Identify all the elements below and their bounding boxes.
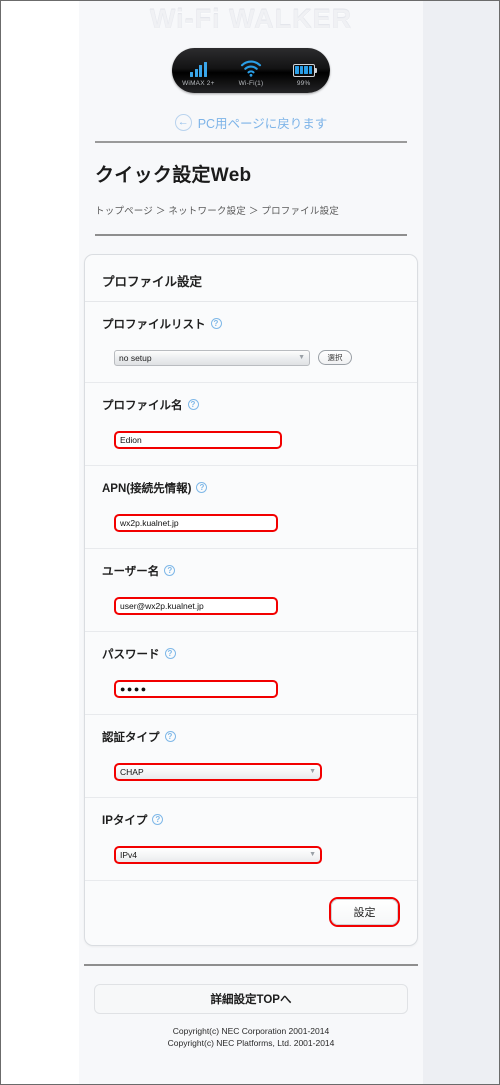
wifi-icon	[240, 55, 262, 77]
submit-row: 設定	[85, 881, 417, 945]
submit-button[interactable]: 設定	[331, 898, 398, 925]
status-cell-wifi: Wi-Fi(1)	[225, 48, 278, 93]
label-password: パスワード ?	[102, 646, 400, 662]
copyright-line-1: Copyright(c) NEC Corporation 2001-2014	[172, 1025, 330, 1036]
right-margin-band	[423, 1, 499, 1084]
help-circle-icon[interactable]: ?	[152, 814, 164, 825]
profile-list-select[interactable]: no setup ▼	[114, 349, 310, 366]
chevron-down-icon: ▼	[309, 768, 316, 775]
help-circle-icon[interactable]: ?	[164, 565, 176, 576]
footer-rule	[84, 963, 418, 966]
field-password: パスワード ? ●●●●	[85, 632, 417, 715]
device-status-bar: WiMAX 2+ Wi-Fi(1) 99%	[172, 48, 330, 93]
label-username: ユーザー名 ?	[102, 563, 400, 579]
label-ip-type-text: IPタイプ	[102, 814, 148, 827]
field-username: ユーザー名 ? user@wx2p.kualnet.jp	[85, 549, 417, 632]
page-frame: Wi-Fi WALKER WiMAX 2+ Wi-Fi(1) 99% ← PC用…	[0, 0, 500, 1085]
chevron-down-icon: ▼	[309, 851, 316, 858]
control-username: user@wx2p.kualnet.jp	[102, 596, 400, 615]
battery-icon	[292, 55, 318, 77]
status-label-battery: 99%	[296, 79, 311, 87]
ip-type-select[interactable]: IPv4 ▼	[114, 845, 322, 864]
profile-list-value: no setup	[119, 352, 152, 363]
select-button[interactable]: 選択	[318, 350, 352, 365]
help-circle-icon[interactable]: ?	[164, 731, 176, 742]
control-profile-list: no setup ▼ 選択	[102, 349, 400, 366]
signal-bars-icon	[190, 55, 207, 77]
copyright-block: Copyright(c) NEC Corporation 2001-2014 C…	[79, 1025, 423, 1050]
control-apn: wx2p.kualnet.jp	[102, 513, 400, 532]
breadcrumb: トップページ ＞ ネットワーク設定 ＞ プロファイル設定	[95, 206, 339, 217]
password-input[interactable]: ●●●●	[114, 679, 278, 698]
control-auth-type: CHAP ▼	[102, 762, 400, 781]
field-profile-name: プロファイル名 ? Edion	[85, 383, 417, 466]
help-circle-icon[interactable]: ?	[210, 318, 222, 329]
label-profile-name: プロファイル名 ?	[102, 397, 400, 413]
copyright-line-2: Copyright(c) NEC Platforms, Ltd. 2001-20…	[167, 1037, 335, 1048]
status-label-wifi: Wi-Fi(1)	[238, 79, 264, 87]
brand-wordmark: Wi-Fi WALKER	[149, 4, 353, 35]
profile-name-input[interactable]: Edion	[114, 430, 282, 449]
label-username-text: ユーザー名	[102, 565, 160, 578]
label-apn: APN(接続先情報) ?	[102, 480, 400, 496]
username-input[interactable]: user@wx2p.kualnet.jp	[114, 596, 278, 615]
arrow-left-circle-icon: ←	[174, 114, 192, 131]
field-profile-list: プロファイルリスト ? no setup ▼ 選択	[85, 302, 417, 383]
auth-type-value: CHAP	[120, 766, 144, 777]
label-apn-text: APN(接続先情報)	[102, 482, 192, 495]
label-ip-type: IPタイプ ?	[102, 812, 400, 828]
status-cell-signal: WiMAX 2+	[172, 48, 225, 93]
label-auth-type-text: 認証タイプ	[102, 731, 160, 744]
help-circle-icon[interactable]: ?	[187, 399, 199, 410]
field-auth-type: 認証タイプ ? CHAP ▼	[85, 715, 417, 798]
control-profile-name: Edion	[102, 430, 400, 449]
control-password: ●●●●	[102, 679, 400, 698]
apn-input[interactable]: wx2p.kualnet.jp	[114, 513, 278, 532]
status-cell-battery: 99%	[277, 48, 330, 93]
card-heading: プロファイル設定	[85, 255, 417, 302]
auth-type-select[interactable]: CHAP ▼	[114, 762, 322, 781]
label-auth-type: 認証タイプ ?	[102, 729, 400, 745]
field-ip-type: IPタイプ ? IPv4 ▼	[85, 798, 417, 881]
back-to-pc-page-link[interactable]: ← PC用ページに戻ります	[79, 113, 423, 132]
back-to-pc-page-label: PC用ページに戻ります	[197, 117, 328, 131]
label-profile-list: プロファイルリスト ?	[102, 316, 400, 332]
left-margin-band	[1, 1, 79, 1084]
page-title: クイック設定Web	[95, 165, 252, 186]
chevron-down-icon: ▼	[298, 354, 305, 361]
mobile-page: Wi-Fi WALKER WiMAX 2+ Wi-Fi(1) 99% ← PC用…	[79, 1, 423, 1084]
label-password-text: パスワード	[102, 648, 160, 661]
status-label-signal: WiMAX 2+	[182, 79, 215, 87]
device-hero: Wi-Fi WALKER WiMAX 2+ Wi-Fi(1) 99% ← PC用…	[79, 1, 423, 141]
field-apn: APN(接続先情報) ? wx2p.kualnet.jp	[85, 466, 417, 549]
control-ip-type: IPv4 ▼	[102, 845, 400, 864]
help-circle-icon[interactable]: ?	[164, 648, 176, 659]
help-circle-icon[interactable]: ?	[196, 482, 208, 493]
label-profile-name-text: プロファイル名	[102, 399, 183, 412]
profile-settings-card: プロファイル設定 プロファイルリスト ? no setup ▼ 選択 プロファイ…	[84, 253, 418, 946]
label-profile-list-text: プロファイルリスト	[102, 318, 206, 331]
ip-type-value: IPv4	[120, 849, 138, 860]
title-section: クイック設定Web トップページ ＞ ネットワーク設定 ＞ プロファイル設定	[79, 141, 423, 236]
title-rule-bottom	[95, 234, 407, 236]
submit-highlight: 設定	[329, 896, 400, 927]
advanced-settings-top-button[interactable]: 詳細設定TOPへ	[94, 983, 408, 1014]
